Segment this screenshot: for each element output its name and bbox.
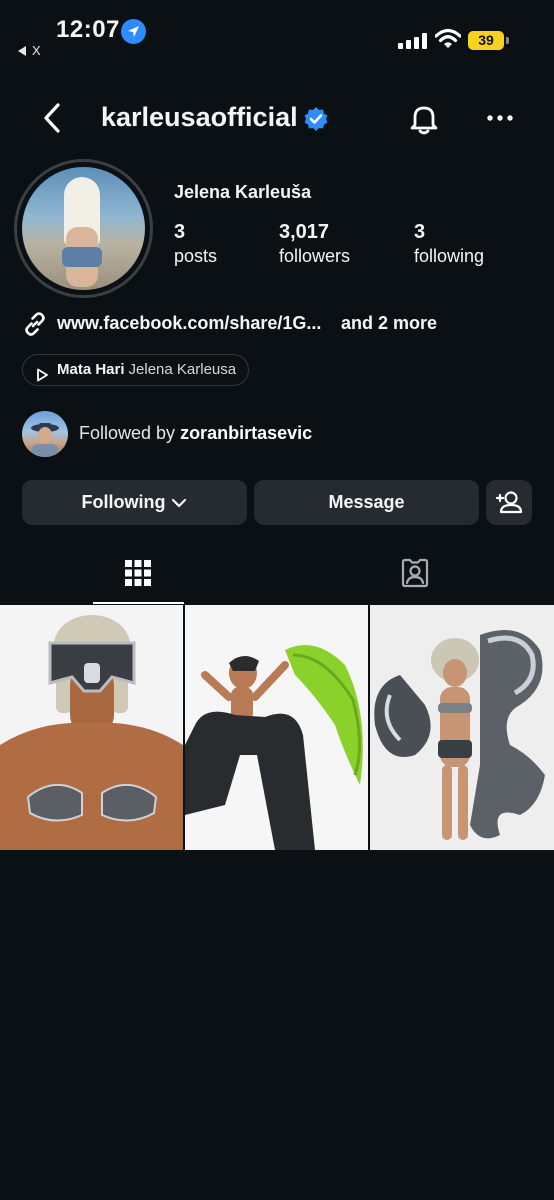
followed-by-prefix: Followed by	[79, 423, 176, 443]
status-bar: 12:07 X 39	[0, 0, 554, 70]
followers-count: 3,017	[279, 221, 330, 243]
back-app-label: X	[32, 43, 41, 58]
profile-avatar[interactable]	[14, 159, 153, 298]
play-icon	[35, 363, 49, 382]
add-user-icon	[495, 491, 523, 514]
battery-indicator: 39	[468, 31, 504, 50]
followed-by-user: zoranbirtasevic	[180, 423, 313, 443]
location-arrow-icon	[121, 19, 146, 44]
post-thumbnail-1[interactable]	[0, 605, 183, 850]
posts-label: posts	[174, 246, 218, 266]
more-options-icon[interactable]	[484, 104, 516, 132]
chevron-down-icon	[172, 499, 187, 508]
posts-count: 3	[174, 221, 186, 243]
active-tab-indicator	[93, 602, 184, 604]
add-user-button[interactable]	[486, 480, 532, 525]
followers-stat[interactable]: 3,017 followers	[279, 221, 350, 267]
following-label: following	[414, 246, 485, 266]
following-button-label: Following	[81, 492, 166, 512]
battery-tip	[506, 37, 509, 44]
grid-icon	[125, 560, 151, 586]
music-song: Mata Hari	[57, 361, 125, 378]
following-count: 3	[414, 221, 426, 243]
posts-stat[interactable]: 3 posts	[174, 221, 217, 267]
followed-by-text: Followed by zoranbirtasevic	[79, 423, 312, 444]
message-button-label: Message	[328, 492, 405, 512]
display-name: Jelena Karleuša	[174, 182, 312, 202]
followers-label: followers	[279, 246, 351, 266]
music-artist: Jelena Karleusa	[128, 361, 237, 378]
link-more: and 2 more	[341, 313, 438, 333]
tab-tagged[interactable]	[277, 545, 554, 605]
link-icon	[22, 311, 48, 337]
posts-grid	[0, 605, 554, 850]
music-chip[interactable]: Mata Hari Jelena Karleusa	[22, 354, 250, 386]
wifi-icon	[434, 28, 462, 50]
bell-icon[interactable]	[406, 101, 442, 137]
profile-header: karleusaofficial	[0, 92, 554, 144]
link-url: www.facebook.com/share/1G...	[57, 313, 322, 333]
message-button[interactable]: Message	[254, 480, 479, 525]
following-stat[interactable]: 3 following	[414, 221, 484, 267]
avatar-photo	[22, 167, 145, 290]
tab-grid[interactable]	[0, 545, 277, 605]
post-thumbnail-3[interactable]	[370, 605, 554, 850]
back-icon[interactable]	[38, 100, 68, 136]
profile-tabs	[0, 545, 554, 605]
profile-username: karleusaofficial	[101, 102, 298, 132]
post-thumbnail-2[interactable]	[185, 605, 368, 850]
back-triangle-icon	[18, 46, 26, 56]
tagged-person-icon	[401, 558, 429, 588]
back-to-app[interactable]: X	[18, 43, 41, 58]
follower-avatar	[22, 411, 68, 457]
following-button[interactable]: Following	[22, 480, 247, 525]
status-time: 12:07	[56, 16, 120, 43]
cellular-signal-icon	[398, 33, 428, 49]
verified-badge-icon	[303, 106, 329, 132]
